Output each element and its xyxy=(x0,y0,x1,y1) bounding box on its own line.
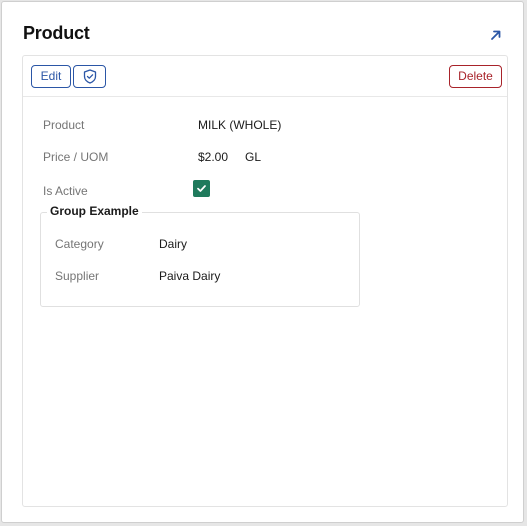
is-active-checkbox[interactable] xyxy=(193,180,210,197)
supplier-value: Paiva Dairy xyxy=(159,269,221,283)
is-active-label: Is Active xyxy=(43,184,88,198)
price-label: Price / UOM xyxy=(43,150,109,164)
shield-button[interactable] xyxy=(73,65,106,88)
category-value: Dairy xyxy=(159,237,188,251)
product-card: Edit Delete Product MILK (WHOLE) Price /… xyxy=(22,55,508,507)
product-label: Product xyxy=(43,118,85,132)
product-panel: Product Edit Delete Product MILK (WHOLE)… xyxy=(1,1,524,523)
uom-value: GL xyxy=(245,150,262,164)
supplier-label: Supplier xyxy=(55,269,100,283)
category-label: Category xyxy=(55,237,104,251)
product-value: MILK (WHOLE) xyxy=(198,118,282,132)
delete-button[interactable]: Delete xyxy=(449,65,502,88)
shield-check-icon xyxy=(83,69,97,84)
group-title: Group Example xyxy=(47,204,142,218)
panel-title: Product xyxy=(23,23,90,43)
check-icon xyxy=(197,185,206,192)
toolbar: Edit Delete xyxy=(23,56,507,97)
edit-button[interactable]: Edit xyxy=(31,65,71,88)
price-value: $2.00 xyxy=(198,150,229,164)
expand-icon[interactable] xyxy=(489,28,503,42)
group-example: Group Example Category Dairy Supplier Pa… xyxy=(40,204,360,307)
